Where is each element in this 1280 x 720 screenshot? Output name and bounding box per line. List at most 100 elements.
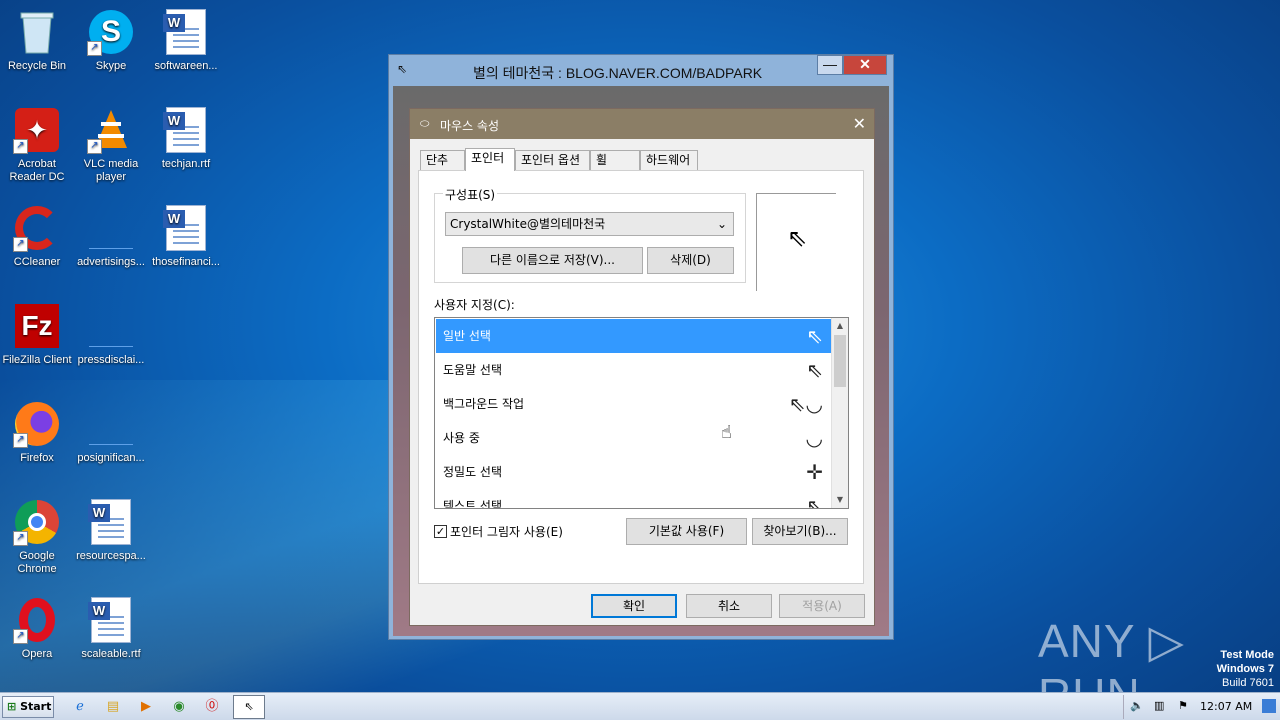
mouse-icon: ⬭ <box>420 117 430 130</box>
volume-icon[interactable]: 🔈 <box>1130 699 1144 712</box>
tab-pointer-options[interactable]: 포인터 옵션 <box>515 150 590 170</box>
tab-pointers[interactable]: 포인터 <box>465 148 515 171</box>
scheme-select[interactable]: CrystalWhite@별의테마천국 ⌄ <box>445 212 734 236</box>
text-select-cursor-icon: ⇖ <box>806 494 823 509</box>
scroll-down-icon[interactable]: ▼ <box>832 492 848 508</box>
tab-buttons[interactable]: 단추 <box>420 150 465 170</box>
desktop-icon-resourcespa[interactable]: W resourcespa... <box>74 498 148 563</box>
clock[interactable]: 12:07 AM <box>1200 700 1252 713</box>
dialog-titlebar[interactable]: ⬭ 마우스 속성 ✕ <box>410 109 874 139</box>
skype-icon: S ↗ <box>87 8 135 56</box>
vlc-icon: ↗ <box>87 106 135 154</box>
tab-wheel[interactable]: 휠 <box>590 150 640 170</box>
desktop-icon-techjan[interactable]: W techjan.rtf <box>149 106 223 171</box>
scrollbar-thumb[interactable] <box>834 335 846 387</box>
word-doc-icon: W <box>162 204 210 252</box>
acrobat-icon: ✦ ↗ <box>13 106 61 154</box>
test-mode-line3: Build 7601 <box>1222 677 1274 689</box>
firefox-icon: ↗ <box>13 400 61 448</box>
desktop-icon-acrobat[interactable]: ✦ ↗ Acrobat Reader DC <box>0 106 74 184</box>
cursor-list[interactable]: 일반 선택 ⇖ 도움말 선택 ⇖ 백그라운드 작업 ⇖◡ 사용 중 ◡ 정밀도 … <box>434 317 849 509</box>
chrome-icon: ↗ <box>13 498 61 546</box>
desktop-icon-skype[interactable]: S ↗ Skype <box>74 8 148 73</box>
blank-file-icon <box>87 400 135 448</box>
desktop-icon-opera[interactable]: ↗ Opera <box>0 596 74 661</box>
ccleaner-icon: ↗ <box>13 204 61 252</box>
use-default-button[interactable]: 기본값 사용(F) <box>626 518 747 545</box>
app-cursor-icon: ⇖ <box>397 62 408 76</box>
save-as-button[interactable]: 다른 이름으로 저장(V)... <box>462 247 643 274</box>
delete-button[interactable]: 삭제(D) <box>647 247 734 274</box>
precision-select-cursor-icon: ✛ <box>806 460 823 484</box>
desktop-icon-softwareen[interactable]: W softwareen... <box>149 8 223 73</box>
working-in-background-cursor-icon: ⇖◡ <box>788 392 823 416</box>
dialog-close-icon[interactable]: ✕ <box>853 114 866 133</box>
file-explorer-icon[interactable]: ▤ <box>101 696 125 718</box>
chrome-taskbar-icon[interactable]: ◉ <box>167 696 191 718</box>
tab-hardware[interactable]: 하드웨어 <box>640 150 698 170</box>
cursor-list-scrollbar[interactable]: ▲ ▼ <box>831 318 848 508</box>
show-desktop-button[interactable] <box>1262 699 1276 713</box>
cursor-name: 정밀도 선택 <box>443 465 503 479</box>
desktop-icon-firefox[interactable]: ↗ Firefox <box>0 400 74 465</box>
help-select-cursor-icon: ⇖ <box>806 358 823 382</box>
desktop-icon-filezilla[interactable]: Fz FileZilla Client <box>0 302 74 367</box>
taskbar: ⊞ Start ℯ ▤ ▶ ◉ ⓪ ⇖ 🔈 ▥ ⚑ 12:07 AM <box>0 692 1280 720</box>
list-item[interactable]: 사용 중 ◡ <box>436 421 831 455</box>
desktop-icon-vlc[interactable]: ↗ VLC media player <box>74 106 148 184</box>
hand-cursor-icon: ☝ <box>721 422 732 443</box>
busy-cursor-icon: ◡ <box>805 426 823 450</box>
customize-label: 사용자 지정(C): <box>434 298 515 312</box>
list-item[interactable]: 텍스트 선택 ⇖ <box>436 489 831 509</box>
pointer-preview: ⇖ <box>756 193 836 291</box>
scheme-label: 구성표(S) <box>443 186 498 203</box>
list-item[interactable]: 백그라운드 작업 ⇖◡ <box>436 387 831 421</box>
desktop-icon-advertisings[interactable]: advertisings... <box>74 204 148 269</box>
theme-frame: ⬭ 마우스 속성 ✕ 단추 포인터 포인터 옵션 휠 하드웨어 구성표(S) C… <box>393 86 889 636</box>
browse-button[interactable]: 찾아보기(B)... <box>752 518 848 545</box>
start-button[interactable]: ⊞ Start <box>2 696 54 718</box>
cursor-name: 사용 중 <box>443 431 480 445</box>
opera-taskbar-icon[interactable]: ⓪ <box>200 696 224 718</box>
cursor-name: 텍스트 선택 <box>443 499 503 509</box>
chevron-down-icon: ⌄ <box>716 217 727 231</box>
scheme-group: 구성표(S) CrystalWhite@별의테마천국 ⌄ 다른 이름으로 저장(… <box>434 186 746 283</box>
desktop-icon-scaleable[interactable]: W scaleable.rtf <box>74 596 148 661</box>
action-center-flag-icon[interactable]: ⚑ <box>1178 699 1188 712</box>
checkbox-checked-icon[interactable]: ✓ <box>434 525 447 538</box>
internet-explorer-icon[interactable]: ℯ <box>68 696 92 718</box>
list-item[interactable]: 일반 선택 ⇖ <box>436 319 831 353</box>
apply-button: 적용(A) <box>779 594 865 618</box>
scroll-up-icon[interactable]: ▲ <box>832 318 848 334</box>
preview-arrow-cursor-icon: ⇖ <box>787 224 808 252</box>
opera-icon: ↗ <box>13 596 61 644</box>
list-item[interactable]: 정밀도 선택 ✛ <box>436 455 831 489</box>
close-button[interactable]: ✕ <box>843 55 887 75</box>
theme-window-titlebar[interactable]: ⇖ 별의 테마천국 : BLOG.NAVER.COM/BADPARK — ✕ <box>389 55 893 85</box>
test-mode-line1: Test Mode <box>1220 649 1274 661</box>
desktop-icon-posignifican[interactable]: posignifican... <box>74 400 148 465</box>
cursor-name: 도움말 선택 <box>443 363 503 377</box>
pointer-shadow-checkbox[interactable]: ✓ 포인터 그림자 사용(E) <box>434 523 563 540</box>
desktop-icon-thosefinanci[interactable]: W thosefinanci... <box>149 204 223 269</box>
windows-flag-icon: ⊞ <box>7 700 17 713</box>
cursor-name: 백그라운드 작업 <box>443 397 525 411</box>
theme-window[interactable]: ⇖ 별의 테마천국 : BLOG.NAVER.COM/BADPARK — ✕ ⬭… <box>388 54 894 640</box>
normal-select-cursor-icon: ⇖ <box>806 324 823 348</box>
network-icon[interactable]: ▥ <box>1154 699 1164 712</box>
cancel-button[interactable]: 취소 <box>686 594 772 618</box>
ok-button[interactable]: 확인 <box>591 594 677 618</box>
active-window-task[interactable]: ⇖ <box>233 695 265 719</box>
minimize-button[interactable]: — <box>817 55 843 75</box>
mouse-properties-dialog[interactable]: ⬭ 마우스 속성 ✕ 단추 포인터 포인터 옵션 휠 하드웨어 구성표(S) C… <box>409 108 875 626</box>
test-mode-line2: Windows 7 <box>1216 663 1274 675</box>
recycle-bin-icon <box>13 8 61 56</box>
media-player-icon[interactable]: ▶ <box>134 696 158 718</box>
desktop-icon-chrome[interactable]: ↗ Google Chrome <box>0 498 74 576</box>
desktop-icon-pressdisclai[interactable]: pressdisclai... <box>74 302 148 367</box>
desktop-icon-recycle-bin[interactable]: Recycle Bin <box>0 8 74 73</box>
desktop-icon-ccleaner[interactable]: ↗ CCleaner <box>0 204 74 269</box>
list-item[interactable]: 도움말 선택 ⇖ <box>436 353 831 387</box>
filezilla-icon: Fz <box>13 302 61 350</box>
scheme-selected-value: CrystalWhite@별의테마천국 <box>450 217 606 231</box>
